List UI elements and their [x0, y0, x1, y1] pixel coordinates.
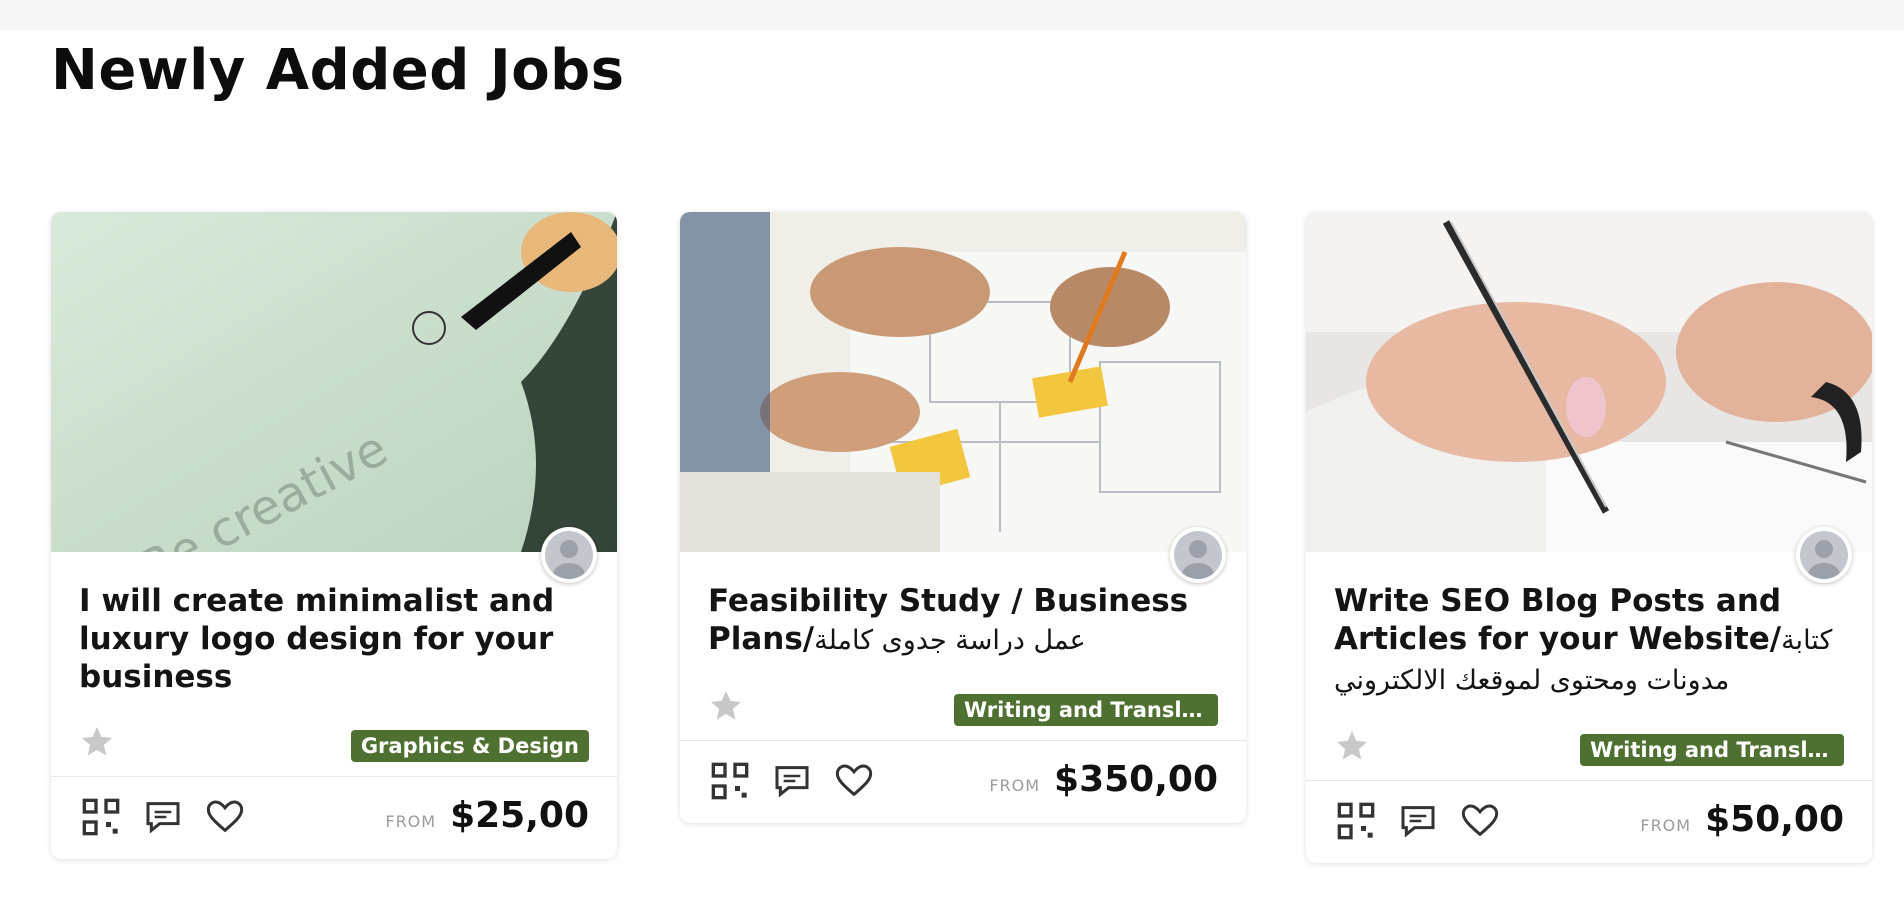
- job-image[interactable]: [680, 212, 1246, 552]
- star-icon[interactable]: [708, 688, 744, 724]
- heart-icon[interactable]: [834, 761, 874, 801]
- chat-icon[interactable]: [143, 797, 183, 837]
- job-image[interactable]: Be creative: [51, 212, 617, 552]
- from-label: FROM: [385, 812, 437, 831]
- heart-icon[interactable]: [1460, 801, 1500, 841]
- price: $50,00: [1705, 799, 1844, 840]
- from-label: FROM: [989, 776, 1041, 795]
- job-card[interactable]: Feasibility Study / Business Plans/عمل د…: [680, 212, 1246, 823]
- top-bar: [0, 0, 1904, 30]
- chat-icon[interactable]: [772, 761, 812, 801]
- job-image[interactable]: [1306, 212, 1872, 552]
- job-card[interactable]: Be creative I will create minimalist and…: [51, 212, 617, 859]
- category-badge[interactable]: Graphics & Design: [350, 730, 589, 762]
- star-icon[interactable]: [79, 724, 115, 760]
- job-card[interactable]: Write SEO Blog Posts and Articles for yo…: [1306, 212, 1872, 863]
- category-badge[interactable]: Writing and Translati...: [954, 694, 1218, 726]
- section-title: Newly Added Jobs: [51, 38, 625, 103]
- job-title[interactable]: Feasibility Study / Business Plans/عمل د…: [708, 582, 1218, 660]
- job-title[interactable]: I will create minimalist and luxury logo…: [79, 582, 589, 696]
- category-badge[interactable]: Writing and Translati...: [1580, 734, 1844, 766]
- heart-icon[interactable]: [205, 797, 245, 837]
- price: $25,00: [450, 795, 589, 836]
- star-icon[interactable]: [1334, 728, 1370, 764]
- qr-code-icon[interactable]: [81, 797, 121, 837]
- qr-code-icon[interactable]: [1336, 801, 1376, 841]
- from-label: FROM: [1640, 816, 1692, 835]
- job-title[interactable]: Write SEO Blog Posts and Articles for yo…: [1334, 582, 1844, 700]
- qr-code-icon[interactable]: [710, 761, 750, 801]
- price: $350,00: [1054, 759, 1218, 800]
- chat-icon[interactable]: [1398, 801, 1438, 841]
